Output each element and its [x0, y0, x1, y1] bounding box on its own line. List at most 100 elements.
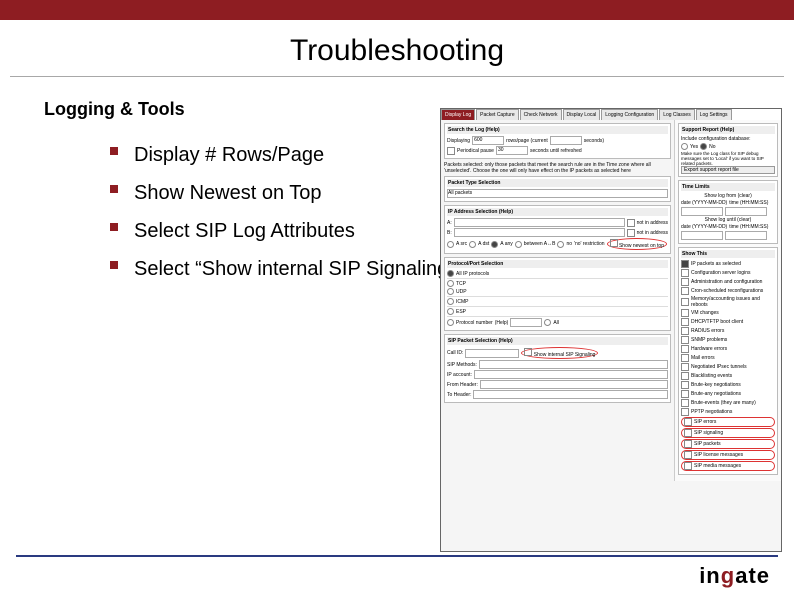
asrc-radio[interactable] — [447, 241, 454, 248]
esp-label: ESP — [456, 309, 466, 315]
time-title: Time Limits — [681, 183, 775, 191]
show-item-check[interactable] — [681, 298, 689, 306]
tcp-radio[interactable] — [447, 280, 454, 287]
show-item: SIP packets — [694, 441, 721, 447]
until-time-input[interactable] — [725, 231, 767, 240]
show-item: SIP license messages — [694, 452, 743, 458]
ip-title: IP Address Selection — [448, 209, 497, 215]
help-link[interactable]: (Help) — [499, 338, 513, 344]
show-item-check[interactable] — [681, 345, 689, 353]
show-item-check[interactable] — [681, 278, 689, 286]
show-item-check[interactable] — [681, 372, 689, 380]
show-item-check[interactable] — [681, 287, 689, 295]
until-date-input[interactable] — [681, 231, 723, 240]
tab-logging-config[interactable]: Logging Configuration — [601, 109, 658, 120]
show-item-check[interactable] — [684, 440, 692, 448]
callid-input[interactable] — [465, 349, 519, 358]
show-item: Configuration server logins — [691, 270, 750, 276]
support-yes-radio[interactable] — [681, 143, 688, 150]
toh-input[interactable] — [473, 390, 668, 399]
show-this-title: Show This — [681, 250, 775, 258]
all-radio[interactable] — [544, 319, 551, 326]
adst-radio[interactable] — [469, 241, 476, 248]
protonum-radio[interactable] — [447, 319, 454, 326]
from-time-input[interactable] — [725, 207, 767, 216]
show-item-check[interactable] — [681, 336, 689, 344]
toh-label: To Header: — [447, 392, 471, 398]
show-item-check[interactable] — [681, 363, 689, 371]
support-no-radio[interactable] — [700, 143, 707, 150]
periodic-value[interactable]: 30 — [496, 146, 528, 155]
time-from-date: date (YYYY-MM-DD) — [681, 200, 727, 206]
ipacc-input[interactable] — [474, 370, 668, 379]
packet-type-select[interactable]: All packets — [447, 189, 668, 198]
between-radio[interactable] — [515, 241, 522, 248]
ip-a-not-check[interactable] — [627, 219, 635, 227]
tab-check-network[interactable]: Check Network — [520, 109, 562, 120]
tab-log-classes[interactable]: Log Classes — [659, 109, 695, 120]
export-support-button[interactable]: Export support report file — [681, 166, 775, 174]
allip-radio[interactable] — [447, 270, 454, 277]
support-note: Make sure the Log class for SIP debug me… — [681, 151, 775, 166]
footer-divider — [16, 555, 778, 557]
callid-label: Call ID: — [447, 350, 463, 356]
sipmethods-input[interactable] — [479, 360, 668, 369]
tab-bar: Display Log Packet Capture Check Network… — [441, 109, 781, 120]
udp-radio[interactable] — [447, 288, 454, 295]
asrc-label: A src — [456, 241, 467, 247]
show-item: Brute-events (they are many) — [691, 400, 756, 406]
no-radio[interactable] — [557, 241, 564, 248]
show-sip-checkbox[interactable] — [524, 348, 532, 356]
help-link[interactable]: (Help) — [495, 320, 509, 326]
ip-a-input[interactable] — [454, 218, 625, 227]
time-from-time: time (HH:MM:SS) — [729, 200, 768, 206]
icmp-radio[interactable] — [447, 298, 454, 305]
show-item-check[interactable] — [684, 451, 692, 459]
help-link[interactable]: (Help) — [499, 209, 513, 215]
no-label: no — [566, 241, 572, 247]
show-item-check[interactable] — [681, 318, 689, 326]
help-link[interactable]: (Help) — [720, 127, 734, 133]
show-item-check[interactable] — [684, 429, 692, 437]
from-date-input[interactable] — [681, 207, 723, 216]
show-item-check[interactable] — [681, 327, 689, 335]
tcp-label: TCP — [456, 281, 466, 287]
proto-title: Protocol/Port Selection — [447, 260, 668, 268]
support-no: No — [709, 144, 715, 150]
aany-label: A any — [500, 241, 513, 247]
tab-packet-capture[interactable]: Packet Capture — [476, 109, 518, 120]
ip-b-not-check[interactable] — [627, 229, 635, 237]
current-input[interactable] — [550, 136, 582, 145]
header-bar — [0, 0, 794, 20]
packet-type-title: Packet Type Selection — [447, 179, 668, 187]
show-item-check[interactable] — [681, 399, 689, 407]
show-item-check[interactable] — [681, 309, 689, 317]
tab-display-local[interactable]: Display Local — [563, 109, 601, 120]
rows-per-page-input[interactable]: 600 — [472, 136, 504, 145]
tab-display-log[interactable]: Display Log — [441, 109, 475, 120]
help-link[interactable]: (Help) — [486, 127, 500, 133]
fromh-input[interactable] — [480, 380, 668, 389]
show-item-check[interactable] — [684, 418, 692, 426]
time-from-label: Show log from (clear) — [681, 193, 775, 199]
ip-b-input[interactable] — [454, 228, 625, 237]
show-item-check[interactable] — [681, 354, 689, 362]
protocol-port-panel: Protocol/Port Selection All IP protocols… — [444, 257, 671, 331]
aany-radio[interactable] — [491, 241, 498, 248]
show-item-check[interactable] — [681, 269, 689, 277]
newest-label: Show newest on top — [619, 243, 664, 249]
show-item-check[interactable] — [681, 381, 689, 389]
logo-part-b: g — [721, 563, 735, 588]
show-item-check[interactable] — [681, 260, 689, 268]
tab-log-settings[interactable]: Log Settings — [696, 109, 732, 120]
show-item: Brute-key negotiations — [691, 382, 741, 388]
ip-a-not-label: not in address — [637, 220, 668, 226]
newest-checkbox[interactable] — [610, 239, 618, 247]
periodic-checkbox[interactable] — [447, 147, 455, 155]
show-item-check[interactable] — [684, 462, 692, 470]
esp-radio[interactable] — [447, 308, 454, 315]
seconds-label: seconds) — [584, 138, 604, 144]
show-item-check[interactable] — [681, 408, 689, 416]
protonum-input[interactable] — [510, 318, 542, 327]
show-item-check[interactable] — [681, 390, 689, 398]
